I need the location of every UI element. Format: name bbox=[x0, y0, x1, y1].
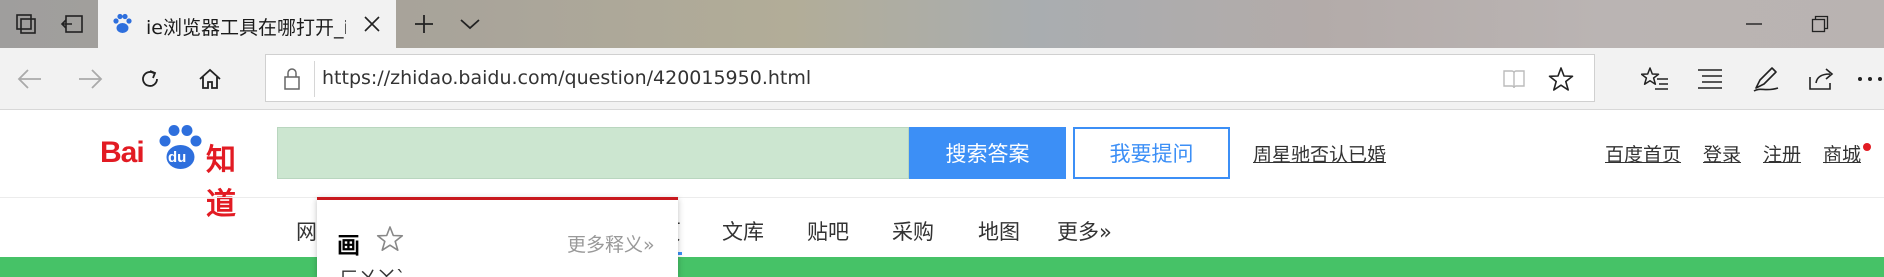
address-bar[interactable]: https://zhidao.baidu.com/question/420015… bbox=[265, 54, 1595, 102]
home-icon[interactable] bbox=[188, 58, 232, 100]
nav-item-wenku[interactable]: 文库 bbox=[722, 216, 764, 246]
plus-icon[interactable] bbox=[404, 8, 444, 40]
logo-zhidao-text: 知道 bbox=[206, 143, 236, 222]
back-arrow-icon[interactable] bbox=[8, 58, 52, 100]
minimize-icon[interactable] bbox=[1720, 0, 1788, 48]
search-answer-button[interactable]: 搜索答案 bbox=[909, 127, 1066, 179]
nav-item-more[interactable]: 更多» bbox=[1057, 216, 1112, 246]
reading-view-icon[interactable] bbox=[1498, 63, 1530, 95]
login-link[interactable]: 登录 bbox=[1703, 140, 1741, 167]
popup-phonetic: ㄏㄨㄚˋ bbox=[339, 263, 406, 277]
tab-strip: ie浏览器工具在哪打开_i bbox=[0, 0, 1884, 48]
more-definitions-link[interactable]: 更多释义» bbox=[567, 230, 655, 257]
active-tab[interactable]: ie浏览器工具在哪打开_i bbox=[98, 0, 396, 48]
green-banner bbox=[0, 257, 1884, 277]
address-separator bbox=[314, 61, 315, 97]
notification-dot bbox=[1863, 143, 1871, 151]
ask-question-button[interactable]: 我要提问 bbox=[1073, 127, 1230, 179]
star-icon[interactable] bbox=[375, 224, 405, 254]
share-icon[interactable] bbox=[1800, 58, 1844, 100]
nav-item-caigou[interactable]: 采购 bbox=[892, 216, 934, 246]
url-text[interactable]: https://zhidao.baidu.com/question/420015… bbox=[322, 67, 811, 89]
logo-bai-text: Bai bbox=[100, 136, 145, 169]
set-aside-tabs-icon[interactable] bbox=[52, 8, 92, 40]
forward-arrow-icon[interactable] bbox=[68, 58, 112, 100]
more-dots-icon[interactable] bbox=[1856, 58, 1884, 100]
star-icon[interactable] bbox=[1545, 63, 1577, 95]
register-link[interactable]: 注册 bbox=[1763, 140, 1801, 167]
mall-link[interactable]: 商城 bbox=[1823, 140, 1861, 167]
chevron-down-icon[interactable] bbox=[450, 8, 490, 40]
logo-du-text: du bbox=[168, 149, 187, 166]
page-content: Bai du 知道 搜索答案 我要提问 周星驰否认已婚 百度首页 登录 注册 商… bbox=[0, 110, 1884, 277]
pen-icon[interactable] bbox=[1744, 58, 1788, 100]
tab-preview-icon[interactable] bbox=[6, 8, 46, 40]
favorites-list-icon[interactable] bbox=[1633, 58, 1677, 100]
lock-icon[interactable] bbox=[278, 65, 306, 93]
dictionary-popup: 画 更多释义» ㄏㄨㄚˋ bbox=[317, 197, 678, 277]
nav-item-map[interactable]: 地图 bbox=[978, 216, 1020, 246]
hot-question-link[interactable]: 周星驰否认已婚 bbox=[1253, 140, 1386, 167]
browser-toolbar: https://zhidao.baidu.com/question/420015… bbox=[0, 48, 1884, 110]
hub-lines-icon[interactable] bbox=[1688, 58, 1732, 100]
nav-item-web[interactable]: 网 bbox=[296, 216, 317, 246]
restore-icon[interactable] bbox=[1786, 0, 1854, 48]
refresh-icon[interactable] bbox=[128, 58, 172, 100]
popup-word: 画 bbox=[337, 233, 360, 259]
header-divider bbox=[0, 197, 1884, 198]
search-input[interactable] bbox=[277, 127, 909, 179]
baidu-paw-icon bbox=[110, 12, 134, 36]
nav-item-tieba[interactable]: 贴吧 bbox=[807, 216, 849, 246]
baidu-home-link[interactable]: 百度首页 bbox=[1605, 140, 1681, 167]
tab-title: ie浏览器工具在哪打开_i bbox=[146, 17, 346, 39]
baidu-zhidao-logo[interactable]: Bai du 知道 bbox=[100, 122, 265, 222]
close-icon[interactable] bbox=[356, 8, 388, 40]
